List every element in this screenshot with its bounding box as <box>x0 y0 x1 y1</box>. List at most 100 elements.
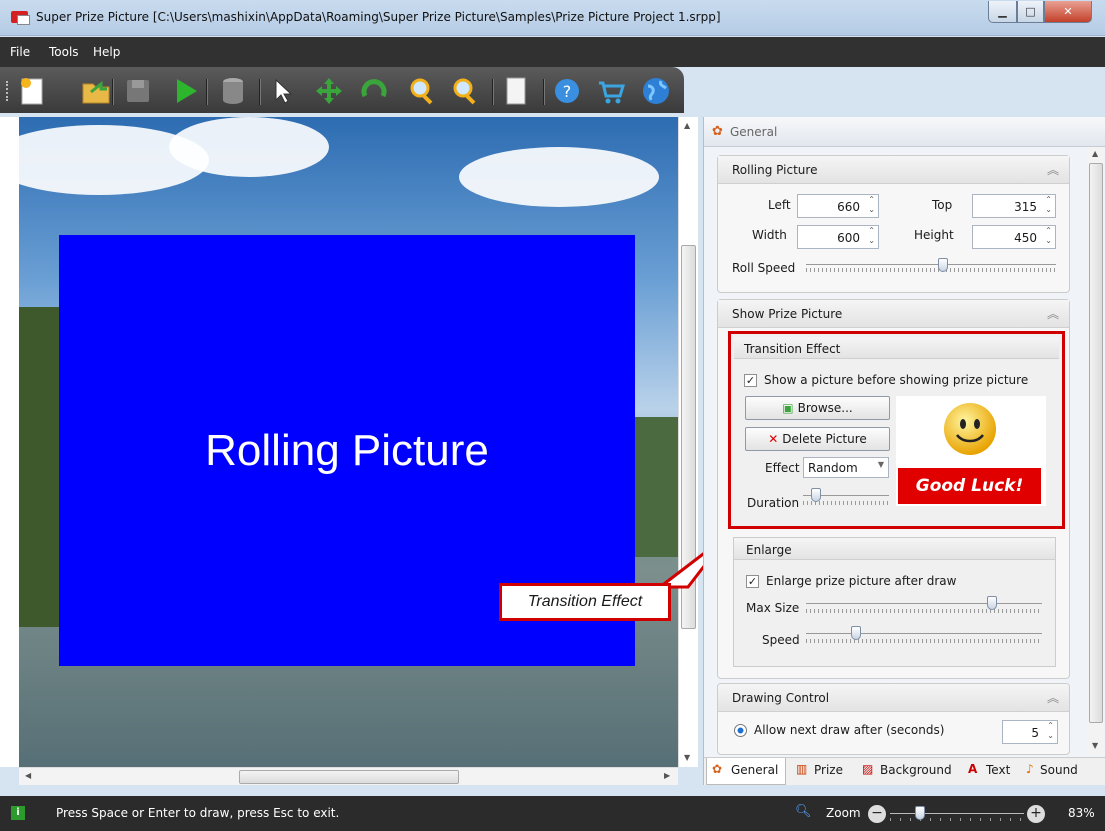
roll-speed-thumb[interactable] <box>938 258 948 272</box>
roll-speed-label: Roll Speed <box>732 261 796 275</box>
database-icon[interactable] <box>217 75 249 107</box>
smiley-icon <box>944 403 996 455</box>
rotate-icon[interactable] <box>358 75 390 107</box>
status-bar: i Press Space or Enter to draw, press Es… <box>0 796 1105 831</box>
tab-background[interactable]: ▨ Background <box>860 758 960 785</box>
zoom-out-button[interactable]: − <box>868 805 886 823</box>
allow-next-draw-label: Allow next draw after (seconds) <box>754 723 945 737</box>
enlarge-speed-label: Speed <box>762 633 800 647</box>
zoom-value: 83% <box>1068 806 1095 820</box>
prize-icon: ▥ <box>796 762 808 776</box>
roll-speed-slider[interactable] <box>806 258 1056 272</box>
top-input[interactable]: 315 <box>972 194 1056 218</box>
panel-tab-bar: ✿ General ▥ Prize ▨ Background A Text ♪ Sound <box>704 757 1105 785</box>
top-label: Top <box>932 198 953 212</box>
zoom-in-button[interactable]: + <box>1027 805 1045 823</box>
menu-bar: File Tools Help <box>0 37 1105 67</box>
maximize-button[interactable]: □ <box>1017 1 1044 23</box>
toolbar: ? <box>0 67 684 113</box>
collapse-icon: ︽ <box>1046 691 1059 705</box>
zoom-in-icon[interactable] <box>405 75 437 107</box>
gear-icon: ✿ <box>712 124 723 139</box>
text-icon: A <box>968 762 978 776</box>
show-prize-picture-header[interactable]: Show Prize Picture ︽ <box>718 300 1069 328</box>
browse-button[interactable]: ▣ Browse... <box>745 396 890 420</box>
effect-select[interactable]: Random ▼ <box>803 457 889 478</box>
tab-sound[interactable]: ♪ Sound <box>1024 758 1094 785</box>
height-input[interactable]: 450 <box>972 225 1056 249</box>
music-icon: ♪ <box>1026 762 1034 776</box>
transition-effect-callout: Transition Effect <box>499 583 671 621</box>
delete-icon: ✕ <box>768 432 779 446</box>
status-message: Press Space or Enter to draw, press Esc … <box>56 806 340 820</box>
drawing-control-header[interactable]: Drawing Control ︽ <box>718 684 1069 712</box>
effect-label: Effect <box>765 461 800 475</box>
dropdown-arrow-icon: ▼ <box>877 460 884 469</box>
play-icon[interactable] <box>170 75 202 107</box>
minimize-button[interactable]: ▁ <box>988 1 1017 23</box>
zoom-label: Zoom <box>826 806 861 820</box>
tab-text[interactable]: A Text <box>966 758 1022 785</box>
info-icon: i <box>11 806 25 820</box>
good-luck-banner: Good Luck! <box>898 468 1041 504</box>
globe-icon[interactable] <box>640 75 672 107</box>
panel-vertical-scrollbar[interactable]: ▲ ▼ <box>1088 147 1104 755</box>
tab-general[interactable]: ✿ General <box>706 758 786 785</box>
enlarge-checkbox[interactable]: ✓ <box>746 575 759 588</box>
duration-thumb[interactable] <box>811 488 821 502</box>
canvas-horizontal-scrollbar[interactable]: ◀ ▶ <box>19 767 678 785</box>
panel-header: ✿ General <box>704 117 1105 147</box>
enlarge-header: Enlarge <box>734 538 1055 560</box>
tab-prize[interactable]: ▥ Prize <box>794 758 856 785</box>
transition-effect-header: Transition Effect <box>734 337 1059 359</box>
enlarge-speed-thumb[interactable] <box>851 626 861 640</box>
canvas-vertical-scrollbar[interactable]: ▲ ▼ <box>678 117 698 767</box>
pointer-icon[interactable] <box>267 75 299 107</box>
menu-file[interactable]: File <box>10 45 30 59</box>
collapse-icon: ︽ <box>1046 163 1059 177</box>
max-size-thumb[interactable] <box>987 596 997 610</box>
cart-icon[interactable] <box>595 75 627 107</box>
close-button[interactable]: ✕ <box>1044 1 1092 23</box>
enlarge-speed-slider[interactable] <box>806 626 1042 644</box>
save-icon[interactable] <box>122 75 154 107</box>
max-size-slider[interactable] <box>806 596 1042 614</box>
collapse-icon: ︽ <box>1046 307 1059 321</box>
rolling-picture-group: Rolling Picture︽ Left 660 Top 315 Width … <box>717 155 1070 293</box>
background-icon: ▨ <box>862 762 874 776</box>
title-bar: Super Prize Picture [C:\Users\mashixin\A… <box>0 0 1105 36</box>
transition-picture-preview: Good Luck! <box>896 396 1046 506</box>
allow-next-draw-radio[interactable] <box>734 724 747 737</box>
menu-help[interactable]: Help <box>93 45 120 59</box>
properties-panel: ✿ General Rolling Picture︽ Left 660 Top … <box>703 117 1105 785</box>
panel-header-title: General <box>730 125 778 139</box>
seconds-input[interactable]: 5 <box>1002 720 1058 744</box>
show-picture-label: Show a picture before showing prize pict… <box>764 373 1029 387</box>
rolling-picture-header[interactable]: Rolling Picture ︽ <box>718 156 1069 184</box>
delete-picture-button[interactable]: ✕ Delete Picture <box>745 427 890 451</box>
new-document-icon[interactable] <box>16 75 48 107</box>
move-icon[interactable] <box>313 75 345 107</box>
zoom-slider[interactable] <box>890 805 1024 823</box>
zoom-out-icon[interactable] <box>448 75 480 107</box>
zoom-thumb[interactable] <box>915 806 925 820</box>
svg-text:?: ? <box>563 82 572 101</box>
page-icon[interactable] <box>500 75 532 107</box>
width-input[interactable]: 600 <box>797 225 879 249</box>
preview-canvas[interactable]: Rolling Picture <box>19 117 678 767</box>
gear-icon: ✿ <box>712 762 723 776</box>
duration-label: Duration <box>747 496 800 510</box>
window-title: Super Prize Picture [C:\Users\mashixin\A… <box>36 10 721 24</box>
left-label: Left <box>768 198 791 212</box>
show-picture-checkbox[interactable]: ✓ <box>744 374 757 387</box>
drawing-control-group: Drawing Control ︽ Allow next draw after (… <box>717 683 1070 755</box>
menu-tools[interactable]: Tools <box>49 45 79 59</box>
enlarge-label: Enlarge prize picture after draw <box>766 574 957 588</box>
app-icon <box>11 11 30 25</box>
help-icon[interactable]: ? <box>551 75 583 107</box>
open-folder-icon[interactable] <box>80 75 112 107</box>
folder-icon: ▣ <box>782 401 794 415</box>
left-input[interactable]: 660 <box>797 194 879 218</box>
height-label: Height <box>914 228 954 242</box>
duration-slider[interactable] <box>803 488 889 506</box>
